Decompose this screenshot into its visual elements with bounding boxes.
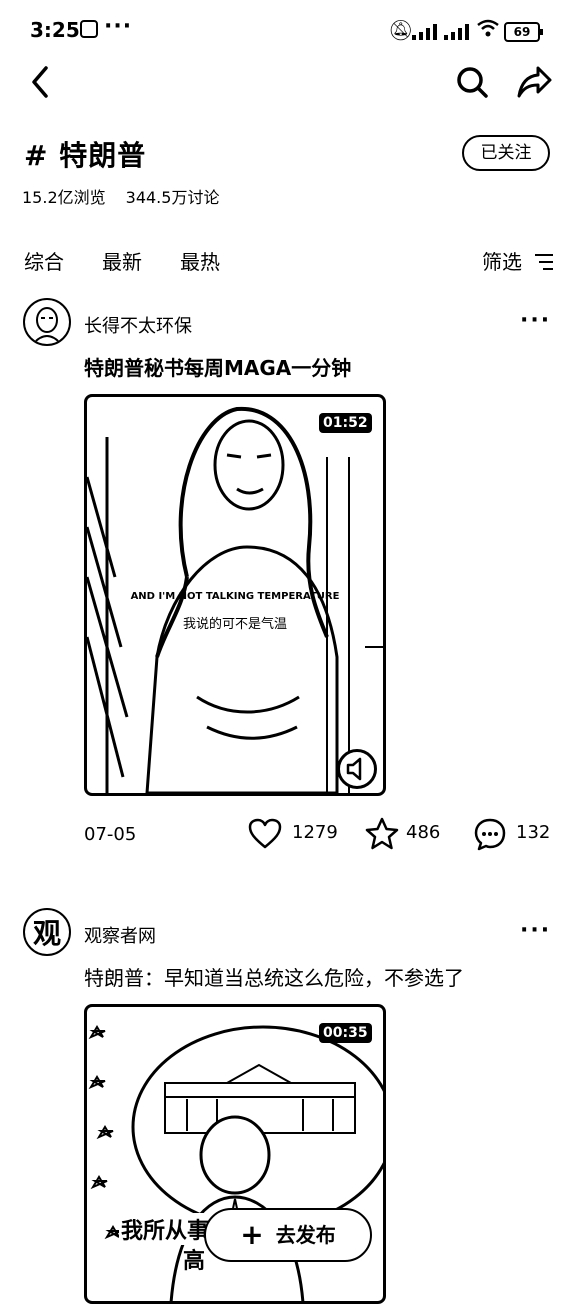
filter-button[interactable]: 筛选 [482,246,522,275]
tab-comprehensive[interactable]: 综合 [24,246,64,275]
avatar-logo-icon: 观 [33,917,61,950]
follow-button[interactable]: 已关注 [462,135,550,171]
back-icon[interactable] [24,62,60,102]
share-icon[interactable] [516,64,554,100]
publish-label: 去发布 [275,1223,336,1247]
post-title[interactable]: 特朗普秘书每周MAGA一分钟 [84,352,351,381]
avatar[interactable] [23,298,71,346]
avatar-face-icon [32,307,62,344]
filter-icon[interactable] [535,254,553,275]
status-time: 3:25 [30,18,80,42]
like-icon[interactable] [248,818,282,850]
avatar-2[interactable]: 观 [23,908,71,956]
video-subtitle-cn: 我说的可不是气温 [182,617,287,632]
video-caption-line-1: 我所从事 [119,1213,212,1245]
video-duration: 01:52 [319,413,372,433]
post-author[interactable]: 长得不太环保 [84,312,192,338]
tab-hottest[interactable]: 最热 [180,246,220,275]
app-notification-icon [80,20,98,38]
favorite-count: 486 [406,822,441,843]
more-options-icon[interactable]: ··· [520,308,551,333]
comment-icon[interactable] [472,816,508,852]
more-notifications-icon: ··· [104,14,133,39]
favorite-star-icon[interactable] [364,816,400,852]
topic-title: # 特朗普 [24,139,147,172]
comment-count: 132 [516,822,551,843]
like-count: 1279 [292,822,338,843]
signal-icon [410,24,444,40]
publish-button[interactable]: + 去发布 [204,1208,372,1262]
video-subtitle-en: AND I'M NOT TALKING TEMPERATURE [130,591,340,602]
battery-icon: 69 [504,22,543,42]
post-date: 07-05 [84,824,137,845]
signal-icon-2 [442,24,476,40]
wifi-icon [477,19,499,37]
video-duration-2: 00:35 [319,1023,372,1043]
plus-icon: + [240,1218,264,1251]
volume-icon[interactable] [337,749,377,789]
svg-text:观: 观 [33,917,61,950]
more-options-icon-2[interactable]: ··· [520,918,551,943]
status-bar: 3:25 ··· 🔕︎ 69 [0,0,576,60]
discussion-count: 344.5万讨论 [125,188,220,207]
views-count: 15.2亿浏览 [22,188,106,207]
post-author-2[interactable]: 观察者网 [84,922,156,948]
post-title-2[interactable]: 特朗普：早知道当总统这么危险，不参选了 [84,962,464,991]
video-thumbnail[interactable]: 01:52 AND I'M NOT TALKING TEMPERATURE 我说… [84,394,386,796]
search-icon[interactable] [454,64,490,100]
top-nav [0,60,576,104]
video-caption-line-2: 高 [183,1249,206,1274]
tab-latest[interactable]: 最新 [102,246,142,275]
topic-stats: 15.2亿浏览 344.5万讨论 [22,184,239,208]
